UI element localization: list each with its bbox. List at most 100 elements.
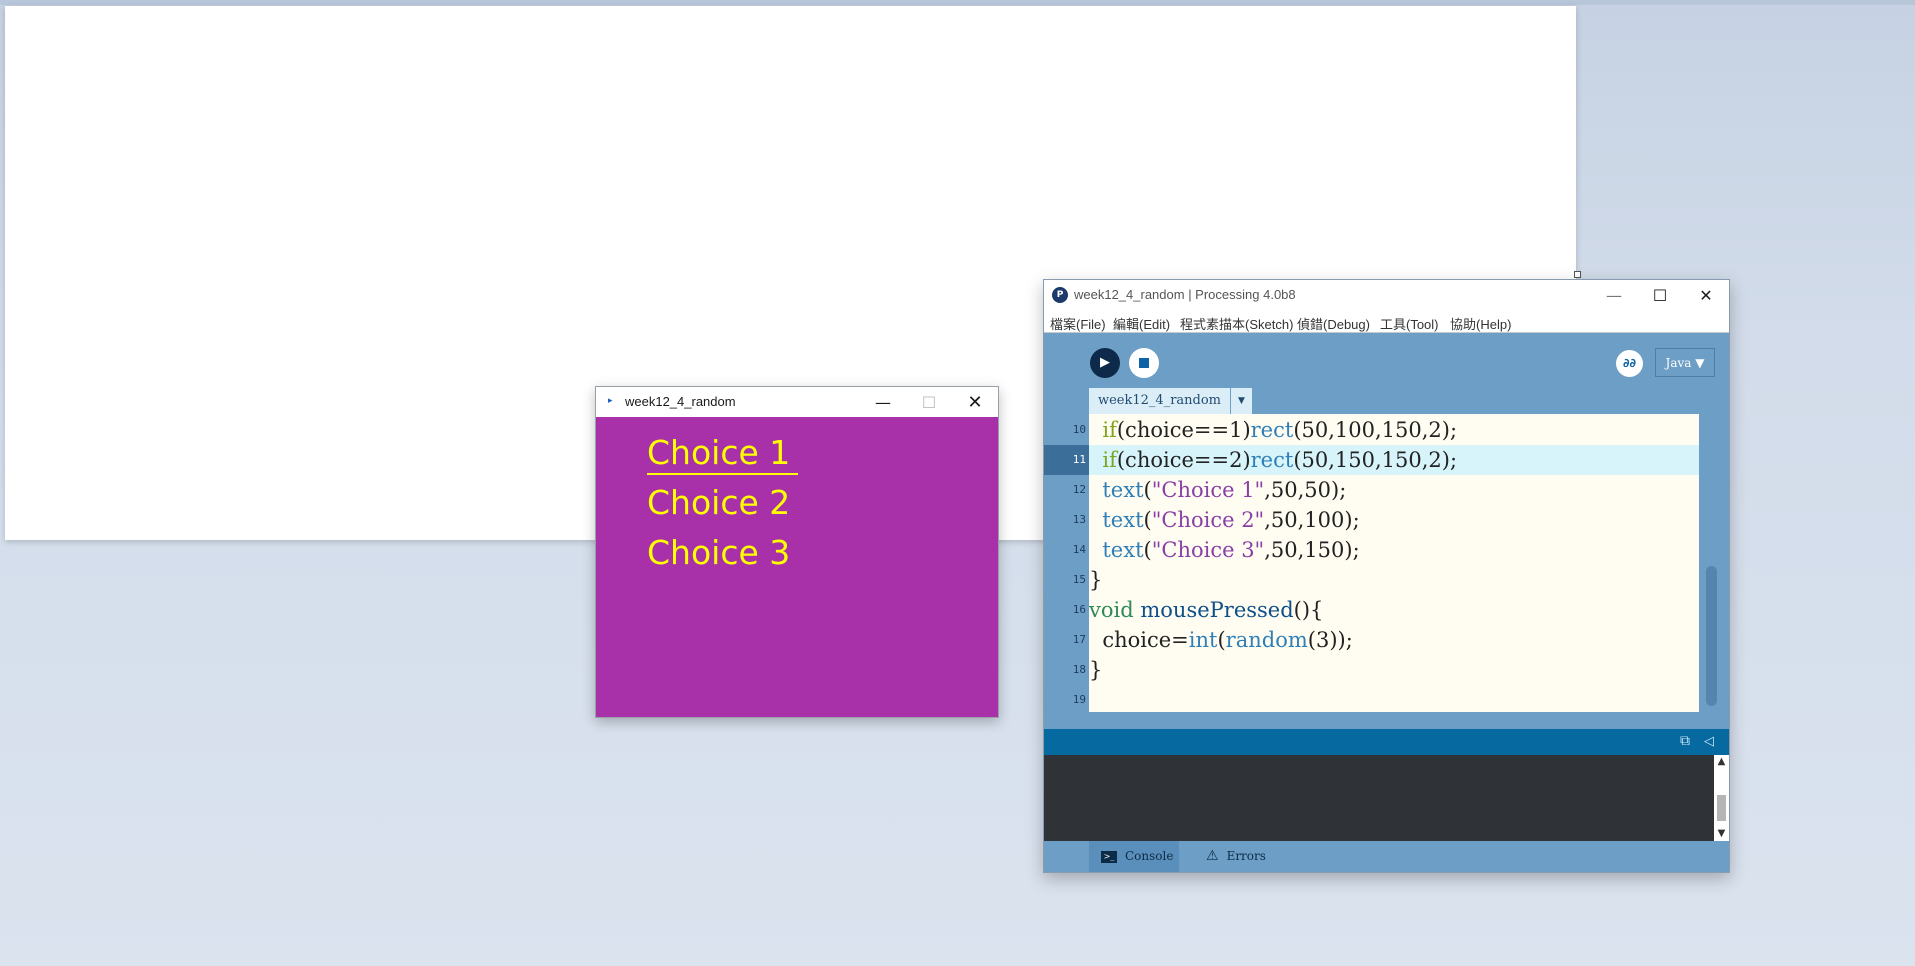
code-line[interactable]: text("Choice 1",50,50); <box>1089 475 1699 505</box>
code-token: (50,150,150,2); <box>1293 448 1458 472</box>
line-number: 10 <box>1072 423 1086 436</box>
code-token: int <box>1188 628 1218 652</box>
code-token: choice= <box>1089 628 1189 652</box>
play-icon: ▶ <box>1100 355 1110 370</box>
menu-bar: 檔案(File) 編輯(Edit) 程式素描本(Sketch) 偵錯(Debug… <box>1044 310 1729 333</box>
code-token: text <box>1102 538 1144 562</box>
tab-week12-4-random[interactable]: week12_4_random <box>1089 388 1230 414</box>
code-token: ,50,150); <box>1264 538 1360 562</box>
warning-icon: ⚠ <box>1206 848 1219 864</box>
code-line[interactable] <box>1089 685 1699 712</box>
line-number: 12 <box>1072 483 1086 496</box>
ide-title: week12_4_random | Processing 4.0b8 <box>1074 287 1296 302</box>
processing-ide-window: P week12_4_random | Processing 4.0b8 — ☐… <box>1043 279 1730 873</box>
code-token: if <box>1102 448 1117 472</box>
code-token: ,50,50); <box>1264 478 1347 502</box>
menu-file[interactable]: 檔案(File) <box>1050 314 1106 333</box>
code-token: (choice==1) <box>1116 418 1251 442</box>
line-number: 19 <box>1072 693 1086 706</box>
code-line[interactable]: text("Choice 2",50,100); <box>1089 505 1699 535</box>
editor-scrollbar-thumb[interactable] <box>1706 566 1717 706</box>
line-number: 16 <box>1072 603 1086 616</box>
stop-button[interactable] <box>1129 348 1159 378</box>
console-scroll-thumb[interactable] <box>1717 795 1726 821</box>
scroll-up-icon[interactable]: ▲ <box>1714 755 1729 769</box>
code-line[interactable]: } <box>1089 565 1699 595</box>
minimize-icon: — <box>875 392 891 412</box>
code-token: text <box>1102 478 1144 502</box>
processing-app-icon: P <box>1052 287 1068 303</box>
minimize-button[interactable]: — <box>1591 280 1637 310</box>
desktop-top-strip <box>0 0 1915 5</box>
code-line[interactable]: if(choice==1)rect(50,100,150,2); <box>1089 415 1699 445</box>
code-token: } <box>1089 568 1103 592</box>
code-token: (50,100,150,2); <box>1293 418 1458 442</box>
code-token: } <box>1089 658 1103 682</box>
code-line[interactable]: if(choice==2)rect(50,150,150,2); <box>1089 445 1699 475</box>
sketch-window: ▸ week12_4_random — ☐ ✕ Choice 1 Choice … <box>595 386 999 718</box>
menu-tool[interactable]: 工具(Tool) <box>1380 314 1439 333</box>
close-button[interactable]: ✕ <box>952 387 998 417</box>
ide-titlebar[interactable]: P week12_4_random | Processing 4.0b8 — ☐… <box>1044 280 1729 310</box>
copy-icon[interactable]: ⧉ <box>1680 733 1690 749</box>
maximize-icon: ☐ <box>1652 285 1668 305</box>
minimize-button[interactable]: — <box>860 387 906 417</box>
debug-button[interactable]: ∂∂ <box>1616 350 1643 377</box>
collapse-icon[interactable]: ◁ <box>1704 734 1714 749</box>
menu-edit[interactable]: 編輯(Edit) <box>1113 314 1170 333</box>
code-line[interactable]: choice=int(random(3)); <box>1089 625 1699 655</box>
code-token: ( <box>1143 478 1152 502</box>
console-header: ⧉ ◁ <box>1044 729 1729 755</box>
code-token: ( <box>1143 538 1152 562</box>
errors-label: Errors <box>1226 849 1266 863</box>
close-button[interactable]: ✕ <box>1683 280 1729 310</box>
console-scrollbar[interactable]: ▲ ▼ <box>1714 755 1729 841</box>
menu-sketch[interactable]: 程式素描本(Sketch) <box>1180 314 1293 333</box>
tab-menu-button[interactable]: ▼ <box>1231 388 1252 414</box>
resize-handle[interactable] <box>1574 271 1581 278</box>
code-token: "Choice 1" <box>1151 478 1265 502</box>
choice-2-text: Choice 2 <box>647 483 791 522</box>
line-number: 11 <box>1044 445 1089 475</box>
tab-console[interactable]: >_ Console <box>1089 841 1179 872</box>
sketch-canvas[interactable]: Choice 1 Choice 2 Choice 3 <box>596 417 998 717</box>
code-text-area[interactable]: if(choice==1)rect(50,100,150,2); if(choi… <box>1089 414 1699 712</box>
terminal-icon: >_ <box>1101 850 1117 863</box>
code-token: rect <box>1250 418 1294 442</box>
line-number-gutter: 10 11 12 13 14 15 16 17 18 19 <box>1044 414 1089 712</box>
code-token: void <box>1089 598 1134 622</box>
minimize-icon: — <box>1606 285 1622 305</box>
code-editor: 10 11 12 13 14 15 16 17 18 19 if(choice==1)rect(5… <box>1044 414 1729 712</box>
code-line[interactable]: } <box>1089 655 1699 685</box>
code-token: ,50,100); <box>1264 508 1360 532</box>
sketch-titlebar[interactable]: ▸ week12_4_random — ☐ ✕ <box>596 387 998 417</box>
console-output[interactable] <box>1044 755 1714 841</box>
code-token: ( <box>1143 508 1152 532</box>
debugger-icon: ∂∂ <box>1622 356 1637 370</box>
code-token: random <box>1225 628 1308 652</box>
line-number: 17 <box>1072 633 1086 646</box>
scroll-down-icon[interactable]: ▼ <box>1714 827 1729 841</box>
menu-help[interactable]: 協助(Help) <box>1450 314 1511 333</box>
menu-debug[interactable]: 偵錯(Debug) <box>1297 314 1370 333</box>
tab-errors[interactable]: ⚠ Errors <box>1194 841 1284 872</box>
code-line[interactable]: void mousePressed(){ <box>1089 595 1699 625</box>
mode-selector[interactable]: Java ▼ <box>1655 348 1715 377</box>
maximize-button[interactable]: ☐ <box>1637 280 1683 310</box>
maximize-button: ☐ <box>906 387 952 417</box>
footer-tabs: >_ Console ⚠ Errors <box>1044 841 1729 872</box>
code-line[interactable]: text("Choice 3",50,150); <box>1089 535 1699 565</box>
processing-icon: ▸ <box>608 396 613 406</box>
toolbar: ▶ ∂∂ Java ▼ <box>1044 333 1729 386</box>
sketch-title: week12_4_random <box>625 394 736 409</box>
code-token: "Choice 3" <box>1151 538 1265 562</box>
close-icon: ✕ <box>967 391 983 413</box>
code-token: (3)); <box>1307 628 1353 652</box>
run-button[interactable]: ▶ <box>1090 348 1120 378</box>
line-number: 18 <box>1072 663 1086 676</box>
code-token: ( <box>1217 628 1226 652</box>
